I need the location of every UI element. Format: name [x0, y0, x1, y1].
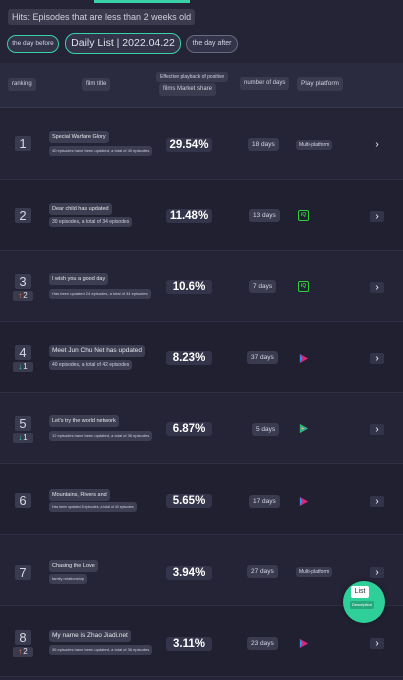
- chevron-right-icon[interactable]: ›: [370, 424, 384, 435]
- rank-number: 1: [15, 136, 31, 151]
- rank-change-down: 1: [13, 362, 33, 372]
- table-row[interactable]: 5 1 Let's try the world network 12 episo…: [0, 393, 403, 464]
- youku-icon: [299, 638, 309, 649]
- film-title: Let's try the world network: [49, 415, 119, 427]
- previous-day-button[interactable]: the day before: [7, 35, 59, 53]
- rank-number: 2: [15, 208, 31, 223]
- market-share: 8.23%: [166, 351, 212, 365]
- film-subtitle: 40 episodes, a total of 42 episodes: [49, 360, 133, 370]
- youku-icon: [299, 496, 309, 507]
- rank-number: 3: [15, 274, 31, 289]
- days-count: 5 days: [252, 423, 280, 436]
- tencent-video-icon: [299, 423, 309, 434]
- film-subtitle: 40 episodes have been updated, a total o…: [49, 146, 153, 156]
- chevron-right-icon[interactable]: ›: [370, 139, 384, 150]
- table-row[interactable]: 7 Chasing the Love family relationship 3…: [0, 535, 403, 606]
- chevron-right-icon[interactable]: ›: [370, 353, 384, 364]
- header-days: number of days: [240, 77, 290, 90]
- rank-change-down: 1: [13, 433, 33, 443]
- film-subtitle: Has been updated 8 episodes, a total of …: [49, 502, 137, 512]
- days-count: 37 days: [247, 351, 278, 364]
- rank-change-up: 2: [13, 647, 33, 657]
- film-title: Special Warfare Glory: [49, 131, 109, 143]
- table-row[interactable]: 1 Special Warfare Glory 40 episodes have…: [0, 109, 403, 180]
- table-row[interactable]: 3 2 I wish you a good day Has been updat…: [0, 251, 403, 322]
- fab-label: List: [351, 586, 369, 598]
- header-film-title: film title: [82, 78, 111, 91]
- film-subtitle: 30 episodes, a total of 34 episodes: [49, 217, 133, 227]
- days-count: 17 days: [249, 495, 280, 508]
- film-title: Dear child has updated: [49, 203, 112, 215]
- film-subtitle: 12 episodes have been updated, a total o…: [49, 431, 153, 441]
- film-subtitle: 36 episodes have been updated, a total o…: [49, 645, 153, 655]
- rank-change-up: 2: [13, 291, 33, 301]
- chevron-right-icon[interactable]: ›: [370, 496, 384, 507]
- rank-number: 7: [15, 565, 31, 580]
- market-share: 29.54%: [166, 138, 212, 152]
- market-share: 3.11%: [166, 637, 212, 651]
- days-count: 7 days: [249, 280, 277, 293]
- film-subtitle: family relationship: [49, 574, 88, 584]
- days-count: 18 days: [248, 138, 279, 151]
- market-share: 5.65%: [166, 494, 212, 508]
- market-share: 10.6%: [166, 280, 212, 294]
- chevron-right-icon[interactable]: ›: [370, 567, 384, 578]
- market-share: 11.48%: [166, 209, 212, 223]
- header-share-line2: films Market share: [159, 83, 217, 96]
- next-day-button[interactable]: the day after: [186, 35, 238, 53]
- chevron-right-icon[interactable]: ›: [370, 211, 384, 222]
- film-title: Mountains, Rivers and: [49, 489, 110, 501]
- table-row[interactable]: 8 2 My name is Zhao Jiadi.net 36 episode…: [0, 606, 403, 677]
- chevron-right-icon[interactable]: ›: [370, 638, 384, 649]
- list-description-button[interactable]: List Description: [343, 581, 385, 623]
- youku-icon: [299, 353, 309, 364]
- days-count: 13 days: [249, 209, 280, 222]
- top-accent-bar: [94, 0, 190, 3]
- platform-label: Multi-platform: [296, 140, 333, 150]
- table-row[interactable]: 4 1 Meet Jun Chu Net has updated 40 epis…: [0, 322, 403, 393]
- fab-sublabel: Description: [350, 601, 374, 609]
- film-title: I wish you a good day: [49, 273, 109, 285]
- film-title: Meet Jun Chu Net has updated: [49, 345, 145, 357]
- rank-number: 6: [15, 493, 31, 508]
- rank-number: 8: [15, 630, 31, 645]
- film-subtitle: Has been updated 24 episodes, a total of…: [49, 289, 151, 299]
- rank-number: 4: [15, 345, 31, 360]
- date-selector[interactable]: Daily List | 2022.04.22: [65, 33, 181, 54]
- days-count: 23 days: [247, 637, 278, 650]
- header-ranking: ranking: [8, 78, 36, 91]
- list-hint: Hits: Episodes that are less than 2 week…: [8, 9, 196, 25]
- film-title: My name is Zhao Jiadi.net: [49, 630, 131, 642]
- table-header: ranking film title Effective playback of…: [0, 63, 403, 108]
- days-count: 27 days: [247, 565, 278, 578]
- market-share: 6.87%: [166, 422, 212, 436]
- header-platform: Play platform: [297, 77, 343, 91]
- market-share: 3.94%: [166, 566, 212, 580]
- chevron-right-icon[interactable]: ›: [370, 282, 384, 293]
- table-row[interactable]: 6 Mountains, Rivers and Has been updated…: [0, 464, 403, 535]
- iqiyi-icon: iQ: [298, 210, 309, 221]
- table-row[interactable]: 2 Dear child has updated 30 episodes, a …: [0, 180, 403, 251]
- rank-number: 5: [15, 416, 31, 431]
- platform-label: Multi-platform: [296, 567, 333, 577]
- header-share-line1: Effective playback of positive: [156, 72, 229, 82]
- iqiyi-icon: iQ: [298, 281, 309, 292]
- film-title: Chasing the Love: [49, 560, 98, 572]
